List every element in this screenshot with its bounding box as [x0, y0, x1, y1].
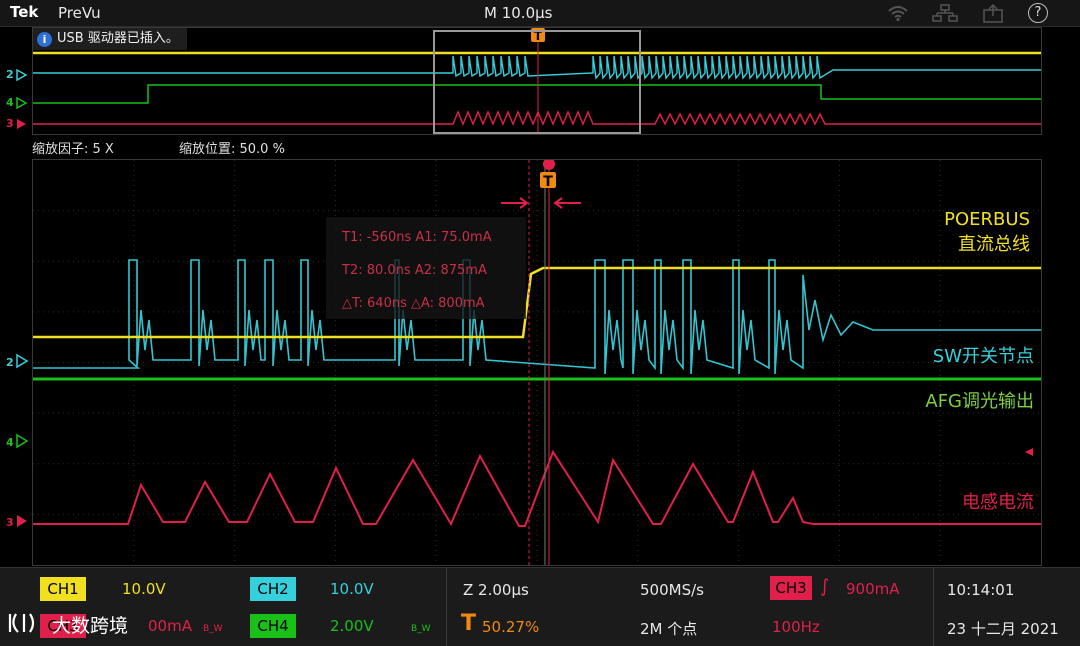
bottom-status-bar: CH1 10.0V CH2 10.0V CH3 00mA B_W CH4 2.0…	[0, 567, 1080, 646]
ch3-scale[interactable]: 00mA	[148, 617, 192, 635]
cursor-readout-delta: △T: 640ns △A: 800mA	[342, 296, 485, 311]
notification-banner: i USB 驱动器已插入。	[33, 28, 187, 50]
label-poerbus-line1: POERBUS	[944, 209, 1030, 230]
divider	[933, 568, 934, 646]
trigger-marker-label: T	[543, 174, 553, 190]
ch4-bandwidth-icon: B_W	[411, 624, 431, 634]
trigger-frequency: 100Hz	[772, 618, 820, 636]
acquisition-mode: PreVu	[58, 4, 101, 22]
clock-date: 23 十二月 2021	[947, 620, 1059, 638]
watermark-text: 大数跨境	[52, 615, 129, 637]
cursor-readout[interactable]: T1: -560ns A1: 75.0mA T2: 80.0ns A2: 875…	[326, 217, 526, 319]
zoom-channel-markers: 2 4 3	[6, 353, 29, 529]
cursor-b-arrow-icon	[553, 197, 581, 209]
export-icon[interactable]	[982, 3, 1004, 23]
notification-text: USB 驱动器已插入。	[57, 31, 179, 46]
ch2-scale[interactable]: 10.0V	[330, 580, 374, 598]
ch1-trace	[33, 266, 1041, 339]
label-afg-dimming: AFG调光输出	[925, 391, 1034, 412]
divider	[446, 568, 447, 646]
network-icon[interactable]	[932, 4, 958, 22]
ch1-scale[interactable]: 10.0V	[122, 580, 166, 598]
marker-ch2: 2	[6, 356, 14, 369]
help-icon[interactable]: ?	[1028, 3, 1048, 23]
horizontal-scale[interactable]: M 10.0µs	[484, 4, 552, 22]
ch3-bandwidth-icon: B_W	[203, 624, 223, 634]
zoom-factor[interactable]: 缩放因子: 5 X	[32, 138, 114, 157]
record-length[interactable]: 2M 个点	[640, 618, 697, 639]
zoom-time-scale[interactable]: Z 2.00µs	[463, 581, 529, 599]
ch3-level-marker-icon	[1025, 448, 1033, 456]
top-bar: Tek PreVu M 10.0µs ?	[0, 0, 1080, 27]
trigger-level[interactable]: 900mA	[846, 580, 900, 598]
ov-marker-ch3: 3	[6, 117, 14, 130]
marker-ch4: 4	[6, 436, 14, 449]
watermark-logo-icon	[8, 613, 35, 633]
cursor-readout-t2: T2: 80.0ns A2: 875mA	[342, 263, 487, 278]
trigger-position-icon: T	[461, 611, 477, 636]
cursor-a-arrow-icon	[501, 197, 529, 209]
clock-time: 10:14:01	[947, 581, 1015, 599]
ch4-badge[interactable]: CH4	[250, 614, 296, 638]
ov-marker-ch4: 4	[6, 96, 14, 109]
trigger-slope-icon: ∫	[820, 576, 830, 597]
marker-ch3: 3	[6, 516, 14, 529]
ch4-scale[interactable]: 2.00V	[330, 617, 374, 635]
label-sw-node: SW开关节点	[932, 346, 1034, 367]
info-icon: i	[37, 31, 52, 47]
label-poerbus: POERBUS 直流总线	[860, 207, 1030, 257]
zoom-window-bracket[interactable]	[433, 30, 641, 134]
ch2-badge[interactable]: CH2	[250, 577, 296, 601]
label-inductor-current: 电感电流	[962, 492, 1034, 513]
wifi-icon[interactable]	[886, 4, 910, 22]
trigger-position[interactable]: 50.27%	[482, 618, 539, 636]
ch1-badge[interactable]: CH1	[40, 577, 86, 601]
label-poerbus-line2: 直流总线	[958, 234, 1030, 255]
cursor-readout-t1: T1: -560ns A1: 75.0mA	[342, 230, 492, 245]
ov-marker-ch2: 2	[6, 68, 14, 81]
trigger-source-badge[interactable]: CH3	[770, 576, 812, 600]
overview-channel-markers: 2 4 3	[6, 68, 28, 130]
brand-logo: Tek	[10, 3, 39, 21]
sample-rate[interactable]: 500MS/s	[640, 581, 704, 599]
zoom-position[interactable]: 缩放位置: 50.0 %	[179, 138, 285, 157]
